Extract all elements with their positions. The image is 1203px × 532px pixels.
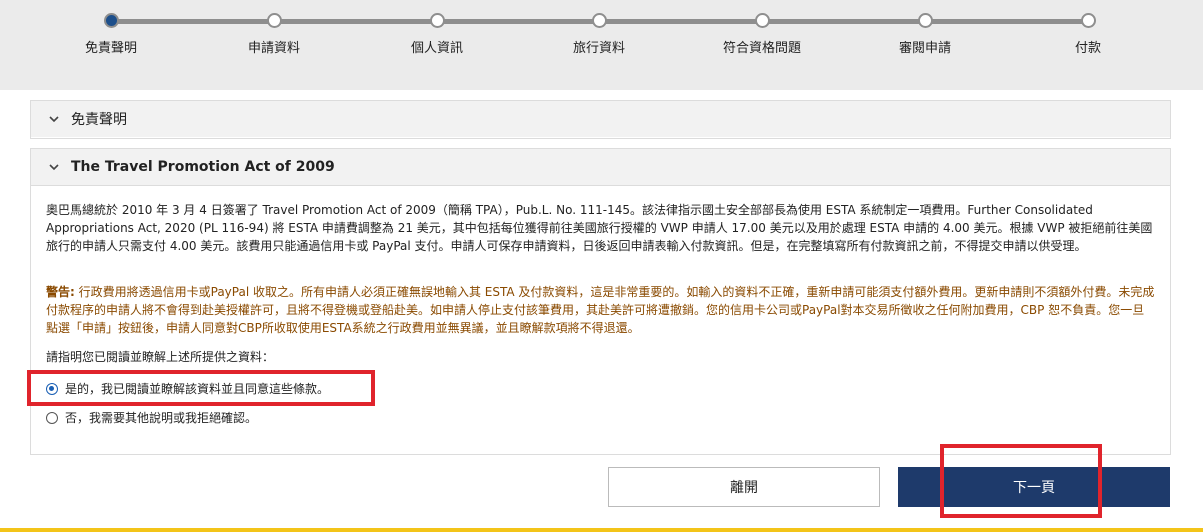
chevron-down-icon — [47, 112, 61, 126]
tpa-panel: The Travel Promotion Act of 2009 奧巴馬總統於 … — [30, 148, 1171, 455]
bottom-accent-stripe — [0, 528, 1203, 532]
chevron-down-icon — [47, 160, 61, 174]
disclaimer-panel-title: 免責聲明 — [71, 112, 127, 128]
highlight-box-next-button — [940, 444, 1102, 518]
step-label: 審閱申請 — [898, 41, 951, 56]
warning-text: 警告: 行政費用將透過信用卡或PayPal 收取之。所有申請人必須正確無誤地輸入… — [46, 283, 1155, 337]
tpa-panel-title: The Travel Promotion Act of 2009 — [71, 159, 335, 175]
disclaimer-panel-header[interactable]: 免責聲明 — [31, 101, 1170, 137]
step-dot — [267, 13, 282, 28]
step-label: 申請資料 — [247, 41, 300, 56]
tpa-body-text: 奧巴馬總統於 2010 年 3 月 4 日簽署了 Travel Promotio… — [46, 203, 1153, 253]
radio-no[interactable] — [46, 411, 58, 424]
tpa-panel-header[interactable]: The Travel Promotion Act of 2009 — [31, 149, 1170, 186]
radio-no-label[interactable]: 否，我需要其他說明或我拒絕確認。 — [65, 409, 257, 426]
radio-option-no[interactable]: 否，我需要其他說明或我拒絕確認。 — [46, 409, 257, 426]
acknowledge-question: 請指明您已閱讀並瞭解上述所提供之資料： — [46, 350, 275, 364]
step-label: 免責聲明 — [84, 41, 137, 56]
leave-button[interactable]: 離開 — [608, 467, 880, 507]
step-dot — [1081, 13, 1096, 28]
step-label: 個人資訊 — [410, 41, 463, 56]
progress-bar: 免責聲明 申請資料 個人資訊 旅行資料 符合資格問題 審閱申請 付款 — [0, 0, 1203, 90]
step-label: 符合資格問題 — [722, 41, 801, 56]
warning-lead: 警告: — [46, 285, 75, 299]
step-label: 付款 — [1074, 41, 1101, 56]
step-dot — [755, 13, 770, 28]
warning-body: 行政費用將透過信用卡或PayPal 收取之。所有申請人必須正確無誤地輸入其 ES… — [46, 285, 1155, 335]
step-dot — [918, 13, 933, 28]
highlight-box-yes-option — [27, 370, 375, 406]
disclaimer-panel: 免責聲明 — [30, 100, 1171, 139]
step-dot-current — [104, 13, 119, 28]
step-label: 旅行資料 — [572, 41, 625, 56]
step-dot — [430, 13, 445, 28]
step-dot — [592, 13, 607, 28]
